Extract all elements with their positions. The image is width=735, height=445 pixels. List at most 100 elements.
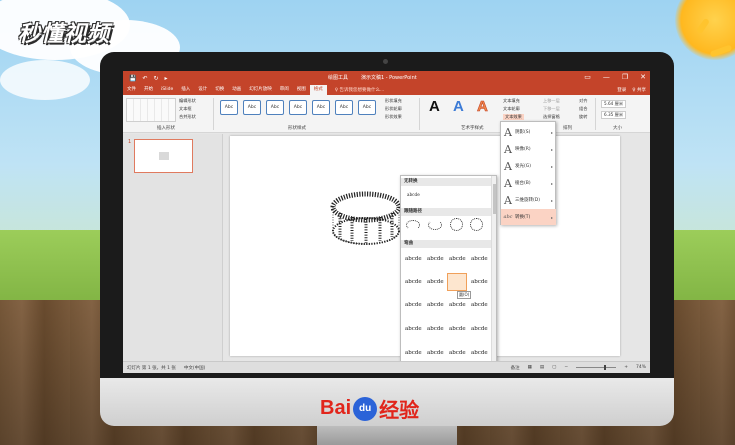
warp-option[interactable]: abcde [405,326,422,332]
tab-view[interactable]: 视图 [293,85,310,95]
zoom-in-button[interactable]: + [624,365,628,370]
wordart-style-3[interactable]: A [477,98,488,116]
text-effects-menu: A 阴影(S) ▸ A 映像(R) ▸ A 发光(G) ▸ A 棱台(B) ▸ … [500,121,556,225]
rotate-button[interactable]: 旋转 [579,114,587,120]
tell-me-search[interactable]: ♀ 告诉我您想要做什么... [335,87,385,93]
shape-fill-button[interactable]: 形状填充 [385,98,402,104]
menu-item-shadow[interactable]: A 阴影(S) ▸ [501,124,556,140]
close-button[interactable]: ✕ [640,73,646,81]
language-indicator[interactable]: 中文(中国) [184,365,206,371]
save-icon[interactable]: 💾 [129,75,136,82]
group-button[interactable]: 组合 [579,106,587,112]
bring-forward-button[interactable]: 上移一层 [543,98,560,104]
sorter-view-icon[interactable]: ▤ [540,365,544,370]
warp-option[interactable]: abcde [427,350,444,356]
text-fill-button[interactable]: 文本填充 [503,98,520,104]
text-outline-button[interactable]: 文本轮廓 [503,106,520,112]
warp-option[interactable]: abcde [471,256,488,262]
zoom-out-button[interactable]: − [564,365,568,370]
warp-option[interactable]: abcde [427,279,444,285]
tab-format[interactable]: 格式 [309,85,327,95]
zoom-level[interactable]: 74% [636,365,646,370]
warp-option[interactable]: abcde [471,279,488,285]
menu-item-reflection[interactable]: A 映像(R) ▸ [501,141,556,157]
warp-option[interactable]: abcde [449,302,466,308]
follow-path-circle[interactable] [450,218,463,231]
warp-option[interactable]: abcde [471,302,488,308]
tab-insert[interactable]: 插入 [177,85,194,95]
textbox-button[interactable]: 文本框 [179,106,192,112]
tab-home[interactable]: 开始 [140,85,157,95]
shape-outline-button[interactable]: 形状轮廓 [385,106,402,112]
tab-animations[interactable]: 动画 [228,85,245,95]
merge-shapes-button[interactable]: 合并形状 [179,114,196,120]
login-button[interactable]: 登录 [617,87,626,93]
shape-style-6[interactable]: Abc [335,100,353,115]
shape-style-5[interactable]: Abc [312,100,330,115]
width-field[interactable]: 6.35 厘米 [601,111,627,119]
text-effects-button[interactable]: 文本效果 [503,114,524,120]
no-transform-option[interactable]: abcde [407,192,420,197]
follow-path-arch-down[interactable] [428,220,442,230]
tab-file[interactable]: 文件 [123,85,140,95]
customize-qat-icon[interactable]: ▸ [165,75,168,82]
shape-style-7[interactable]: Abc [358,100,376,115]
warp-option[interactable]: abcde [449,256,466,262]
shape-style-3[interactable]: Abc [266,100,284,115]
follow-path-arch-up[interactable] [406,220,420,230]
gallery-scrollbar[interactable] [491,176,496,366]
scrollbar-thumb[interactable] [493,184,496,214]
zoom-slider[interactable] [576,365,617,370]
warp-option[interactable]: abcde [471,350,488,356]
notes-button[interactable]: 备注 [511,365,520,371]
height-field[interactable]: 5.64 厘米 [601,100,627,108]
minimize-button[interactable]: — [603,73,610,81]
shape-effects-button[interactable]: 形状效果 [385,114,402,120]
restore-button[interactable]: ❐ [622,73,628,81]
tab-design[interactable]: 设计 [194,85,211,95]
warp-option[interactable]: abcde [449,326,466,332]
thumbnail-shape [159,152,169,160]
warp-option[interactable]: abcde [427,302,444,308]
follow-path-button[interactable] [470,218,483,231]
tab-review[interactable]: 审阅 [276,85,293,95]
wordart-style-1[interactable]: A [429,98,440,115]
ribbon-tabs: 文件 开始 iSlide 插入 设计 切换 动画 幻灯片放映 审阅 视图 格式 … [123,85,650,95]
send-backward-button[interactable]: 下移一层 [543,106,560,112]
wordart-style-2[interactable]: A [453,98,464,115]
slide-thumbnail-1[interactable] [134,139,193,173]
slide-number: 1 [128,139,132,145]
tab-transitions[interactable]: 切换 [211,85,228,95]
wordart-ring-shape[interactable] [330,191,402,251]
menu-item-3d-rotation[interactable]: A 三维旋转(D) ▸ [501,192,556,208]
3d-rotation-icon: A [504,193,512,207]
share-button[interactable]: ♀ 共享 [632,87,646,93]
selection-pane-button[interactable]: 选择窗格 [543,114,560,120]
tab-slideshow[interactable]: 幻灯片放映 [245,85,276,95]
shapes-gallery[interactable] [126,98,176,122]
warp-option[interactable]: abcde [405,279,422,285]
warp-option[interactable]: abcde [449,350,466,356]
group-label-insert-shapes: 插入形状 [157,126,175,131]
shape-style-2[interactable]: Abc [243,100,261,115]
normal-view-icon[interactable]: ▦ [528,365,532,370]
shape-style-1[interactable]: Abc [220,100,238,115]
menu-item-glow[interactable]: A 发光(G) ▸ [501,158,556,174]
ribbon-display-icon[interactable]: ▭ [584,73,591,81]
warp-option[interactable]: abcde [405,256,422,262]
edit-shape-button[interactable]: 编辑形状 [179,98,196,104]
warp-option[interactable]: abcde [427,326,444,332]
menu-item-transform[interactable]: abc 转换(T) ▸ [501,209,556,225]
reading-view-icon[interactable]: ▢ [552,365,556,370]
warp-option[interactable]: abcde [471,326,488,332]
warp-option[interactable]: abcde [405,350,422,356]
tab-islide[interactable]: iSlide [157,85,177,95]
warp-option-circle-hover[interactable] [447,273,467,291]
shape-style-4[interactable]: Abc [289,100,307,115]
align-button[interactable]: 对齐 [579,98,587,104]
redo-icon[interactable]: ↻ [154,75,159,82]
warp-option[interactable]: abcde [405,302,422,308]
warp-option[interactable]: abcde [427,256,444,262]
undo-icon[interactable]: ↶ [142,75,147,82]
menu-item-bevel[interactable]: A 棱台(B) ▸ [501,175,556,191]
